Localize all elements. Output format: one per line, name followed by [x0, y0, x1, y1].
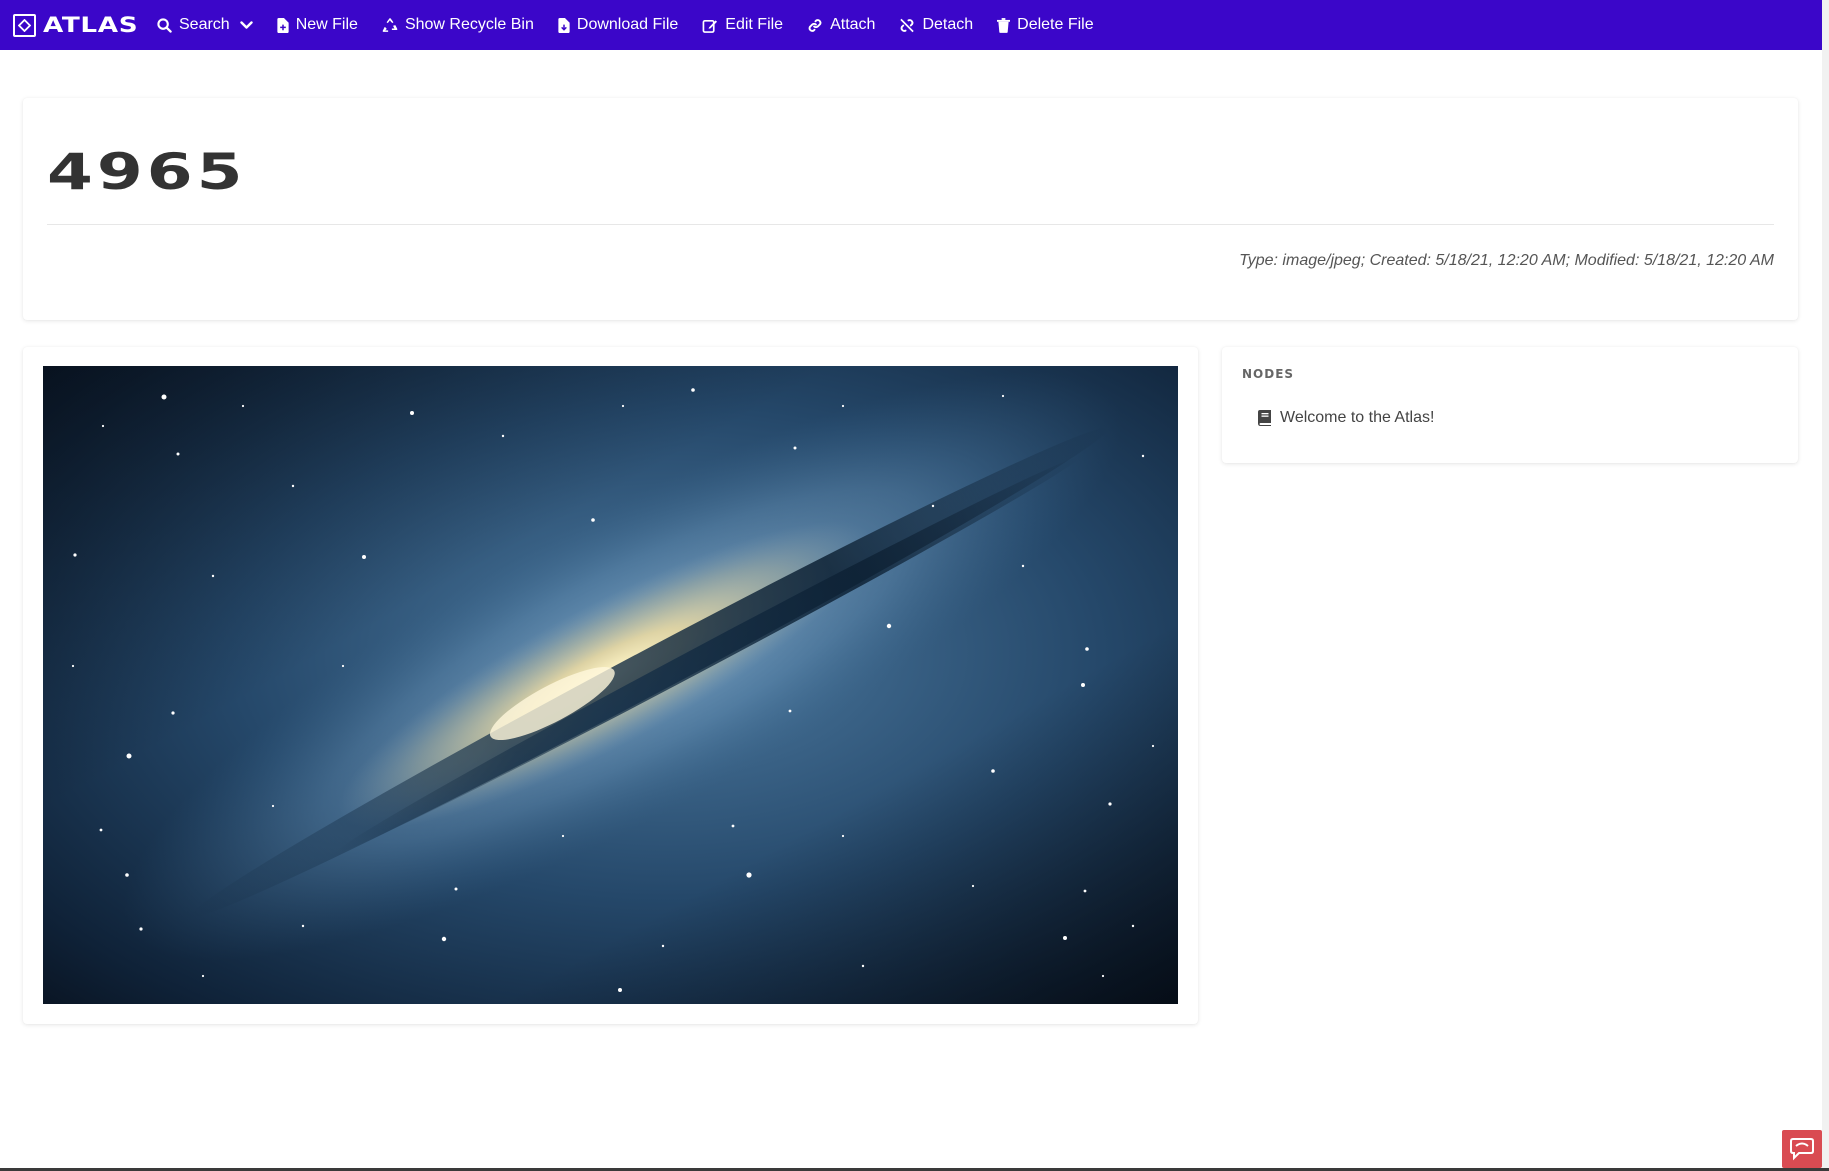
show-recycle-bin-button[interactable]: Show Recycle Bin [370, 0, 546, 50]
galaxy-image[interactable] [43, 366, 1178, 1004]
download-file-button[interactable]: Download File [546, 0, 690, 50]
node-link-label: Welcome to the Atlas! [1280, 409, 1435, 426]
search-menu[interactable]: Search [145, 0, 265, 50]
file-download-icon [558, 17, 570, 33]
chat-bubble-icon [1790, 1138, 1814, 1161]
attach-button[interactable]: Attach [795, 0, 887, 50]
detach-label: Detach [922, 16, 974, 33]
detach-button[interactable]: Detach [887, 0, 985, 50]
brand-logo[interactable]: ATLAS [13, 0, 138, 50]
file-header-card: 4965 Type: image/jpeg; Created: 5/18/21,… [23, 98, 1798, 320]
atlas-logo-icon [13, 13, 36, 37]
edit-icon [702, 19, 718, 33]
recycle-icon [382, 17, 398, 32]
new-file-button[interactable]: New File [265, 0, 370, 50]
show-recycle-bin-label: Show Recycle Bin [404, 16, 534, 33]
image-preview-card [23, 347, 1198, 1024]
top-navbar: ATLAS Search New File Show Recycle Bin D… [0, 0, 1822, 50]
divider [47, 224, 1774, 225]
search-label: Search [179, 16, 230, 33]
nodes-heading: NODES [1242, 367, 1295, 381]
edit-file-label: Edit File [725, 16, 784, 33]
nodes-panel: NODES Welcome to the Atlas! [1222, 347, 1798, 463]
file-plus-icon [277, 17, 289, 33]
delete-file-button[interactable]: Delete File [985, 0, 1105, 50]
page-title: 4965 [47, 143, 247, 201]
book-icon [1258, 410, 1271, 426]
trash-icon [997, 17, 1011, 33]
download-file-label: Download File [576, 16, 679, 33]
chat-widget-button[interactable] [1782, 1130, 1822, 1168]
attach-label: Attach [830, 16, 876, 33]
search-icon [157, 17, 172, 33]
edit-file-button[interactable]: Edit File [690, 0, 795, 50]
brand-name: ATLAS [43, 13, 139, 37]
link-icon [808, 18, 822, 32]
scrollbar[interactable] [1822, 0, 1829, 1171]
node-link-welcome[interactable]: Welcome to the Atlas! [1258, 409, 1434, 427]
file-metadata: Type: image/jpeg; Created: 5/18/21, 12:2… [1239, 252, 1774, 269]
unlink-icon [900, 18, 915, 32]
chevron-down-icon [240, 20, 253, 29]
delete-file-label: Delete File [1017, 16, 1094, 33]
new-file-label: New File [295, 16, 358, 33]
